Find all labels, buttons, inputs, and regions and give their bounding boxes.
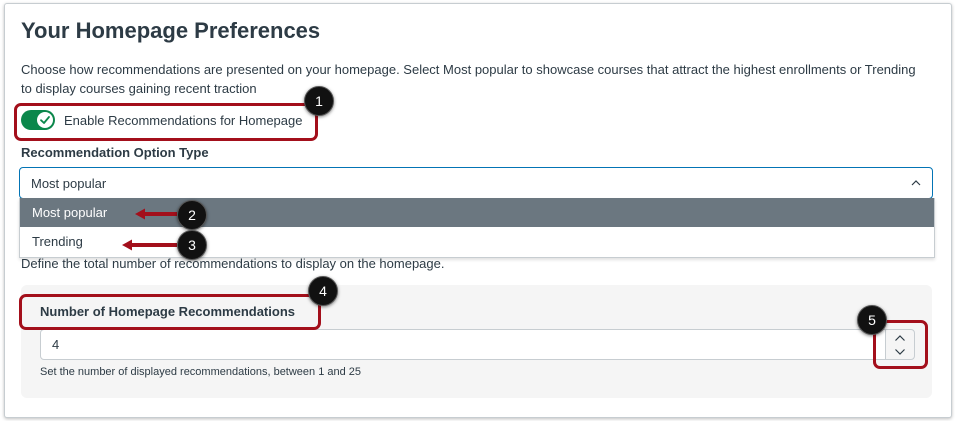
callout-5: 5 [857, 305, 887, 335]
select-value: Most popular [31, 176, 107, 191]
arrow-icon [135, 208, 177, 220]
option-label: Trending [32, 234, 83, 249]
number-input-value: 4 [52, 337, 60, 352]
option-label: Most popular [32, 205, 108, 220]
highlight-toggle [14, 103, 318, 141]
number-input[interactable]: 4 [40, 329, 886, 360]
highlight-number-label [19, 294, 321, 330]
callout-4: 4 [308, 276, 338, 306]
callout-2: 2 [177, 200, 207, 230]
recommendation-type-select[interactable]: Most popular [19, 167, 933, 199]
callout-1: 1 [304, 86, 334, 116]
page-title: Your Homepage Preferences [21, 18, 321, 43]
chevron-up-icon [910, 176, 922, 194]
total-description: Define the total number of recommendatio… [21, 256, 445, 271]
page-description: Choose how recommendations are presented… [21, 62, 916, 96]
arrow-icon [122, 239, 177, 251]
callout-3: 3 [177, 230, 207, 260]
recommendation-type-label: Recommendation Option Type [21, 145, 209, 160]
number-field-hint: Set the number of displayed recommendati… [40, 366, 362, 378]
